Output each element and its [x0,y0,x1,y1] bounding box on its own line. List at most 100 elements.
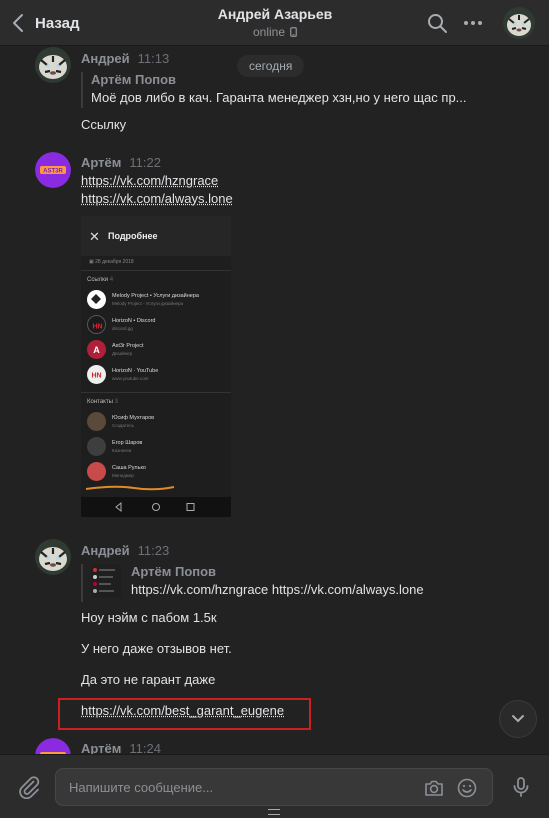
attachment-contact-row: Егор Шаров Казначеи [87,437,227,457]
message-list[interactable]: Андрей 11:13 сегодня Артём Попов Моё дов … [0,47,549,754]
message-input[interactable]: Напишите сообщение... [55,768,493,806]
attachment-date: ▣ 28 декабря 2018 [89,259,134,265]
attachment-title: Подробнее [108,231,158,241]
reply-text: Моё дов либо в кач. Гаранта менеджер хзн… [91,90,467,105]
contact-name: Егор Шаров [112,440,143,446]
contact-avatar[interactable] [503,7,535,39]
author-name: Артём [81,741,122,754]
message-author[interactable]: Артём 11:22 [81,155,161,170]
link-title: HorizoN · YouTube [112,368,159,374]
author-name: Артём [81,155,122,170]
reply-quote[interactable]: Артём Попов Моё дов либо в кач. Гаранта … [81,72,467,108]
svg-text:A: A [93,345,100,355]
message-text: Ноу нэйм с пабом 1.5к [81,610,217,625]
message-author[interactable]: Андрей 11:23 [81,543,169,558]
contacts-count: 3 [114,399,118,405]
resize-grip-icon[interactable] [268,809,280,815]
svg-text:AST3R: AST3R [43,169,63,175]
link-subtitle: Melody Project - Услуги дизайнера [112,301,184,306]
contact-role: Создатель [112,423,135,428]
attachment-header: ✕ Подробнее [81,216,231,256]
message-text: Ссылку [81,117,127,132]
chevron-left-icon [13,14,23,32]
contact-photo [87,462,106,481]
horizon-youtube-icon: HN [87,365,106,384]
contacts-label: Контакты [87,399,113,405]
back-button[interactable]: Назад [10,11,79,35]
link-subtitle: discord.gg [112,326,133,331]
reply-quote[interactable]: Артём Попов https://vk.com/hzngrace http… [81,564,424,602]
contact-name: Саша Рулько [112,465,146,471]
attachment-contact-row: Саша Рулько Менеджер [87,462,227,482]
composer-bar: Напишите сообщение... [0,754,549,818]
message-text: У него даже отзывов нет. [81,641,232,656]
avatar[interactable]: AST3R [35,152,71,188]
tiger-avatar-icon [35,539,71,575]
reply-author: Артём Попов [91,72,177,87]
search-icon[interactable] [426,12,448,34]
scroll-down-button[interactable] [499,700,537,738]
chat-title: Андрей Азарьев [217,6,333,22]
microphone-icon[interactable] [509,775,533,799]
attachment-date-text: 28 декабря 2018 [95,259,134,265]
reply-author: Артём Попов [131,564,217,579]
contact-role: Менеджер [112,473,134,478]
reply-text: https://vk.com/hzngrace https://vk.com/a… [131,582,424,597]
message-author[interactable]: Андрей 11:13 [81,51,169,66]
attachment-link-row: A Ast3r Project Дизайнер [87,340,227,360]
attachment-link-row: Melody Project • Услуги дизайнера Melody… [87,290,227,310]
contacts-section-label: Контакты 3 [87,399,118,405]
link-hzngrace[interactable]: https://vk.com/hzngrace [81,173,218,188]
avatar[interactable] [35,539,71,575]
reply-body: Артём Попов https://vk.com/hzngrace http… [91,564,424,602]
tiger-avatar-icon [35,47,71,83]
status-text: online [252,25,286,39]
ast3r-project-icon: A [87,340,106,359]
contact-name: Юсиф Мухтаров [112,415,155,421]
links-count: 4 [109,277,114,283]
message-link[interactable]: https://vk.com/always.lone [81,191,233,206]
link-always-lone[interactable]: https://vk.com/always.lone [81,191,233,206]
link-title: Ast3r Project [112,343,144,349]
contact-photo [87,412,106,431]
link-title: Melody Project • Услуги дизайнера [112,293,199,299]
tiger-avatar-icon [503,7,535,39]
close-icon: ✕ [89,229,100,244]
author-name: Андрей [81,51,130,66]
message-text: Да это не гарант даже [81,672,216,687]
paperclip-icon[interactable] [17,775,41,799]
message-time: 11:24 [129,741,161,754]
ast3r-avatar-icon: AST3R [35,152,71,188]
message-link[interactable]: https://vk.com/hzngrace [81,173,218,188]
chat-title-block[interactable]: Андрей Азарьев online [175,6,375,39]
emoji-icon[interactable] [456,777,478,799]
melody-icon [87,290,106,309]
attachment-link-row: HN HorizoN · YouTube www.youtube.com [87,365,227,385]
message-time: 11:22 [129,155,161,170]
attachment-contact-row: Юсиф Мухтаров Создатель [87,412,227,432]
attachment-link-row: HN HorizoN • Discord discord.gg [87,315,227,335]
author-name: Андрей [81,543,130,558]
camera-icon[interactable] [423,777,445,799]
avatar[interactable] [35,47,71,83]
android-nav-bar [81,497,231,517]
red-highlight-box [58,698,311,730]
links-label: Ссылки [87,277,109,283]
link-subtitle: Дизайнер [112,351,133,356]
chat-header: Назад Андрей Азарьев online [0,0,549,46]
avatar[interactable] [35,738,71,754]
svg-text:HN: HN [92,324,102,331]
horizon-discord-icon: HN [87,315,106,334]
message-time: 11:23 [137,543,170,558]
reply-thumbnail [91,564,121,598]
message-author[interactable]: Артём 11:24 [81,741,161,754]
message-time: 11:13 [137,51,170,66]
svg-text:HN: HN [91,373,101,380]
link-title: HorizoN • Discord [112,318,156,324]
links-section-label: Ссылки 4 [87,277,113,283]
online-status: online [175,25,375,39]
attached-screenshot[interactable]: ✕ Подробнее ▣ 28 декабря 2018 Ссылки 4 M… [81,216,231,517]
more-options-icon[interactable] [462,12,484,34]
orange-underline-scribble [85,485,175,491]
ast3r-avatar-icon [35,738,71,754]
